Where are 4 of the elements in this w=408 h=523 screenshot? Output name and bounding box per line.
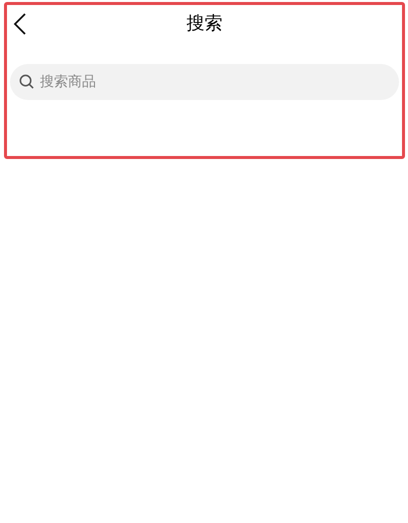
search-field[interactable]: 搜索商品	[10, 64, 399, 100]
search-icon	[19, 74, 34, 89]
back-icon[interactable]	[13, 13, 27, 35]
page-title: 搜索	[186, 12, 222, 36]
